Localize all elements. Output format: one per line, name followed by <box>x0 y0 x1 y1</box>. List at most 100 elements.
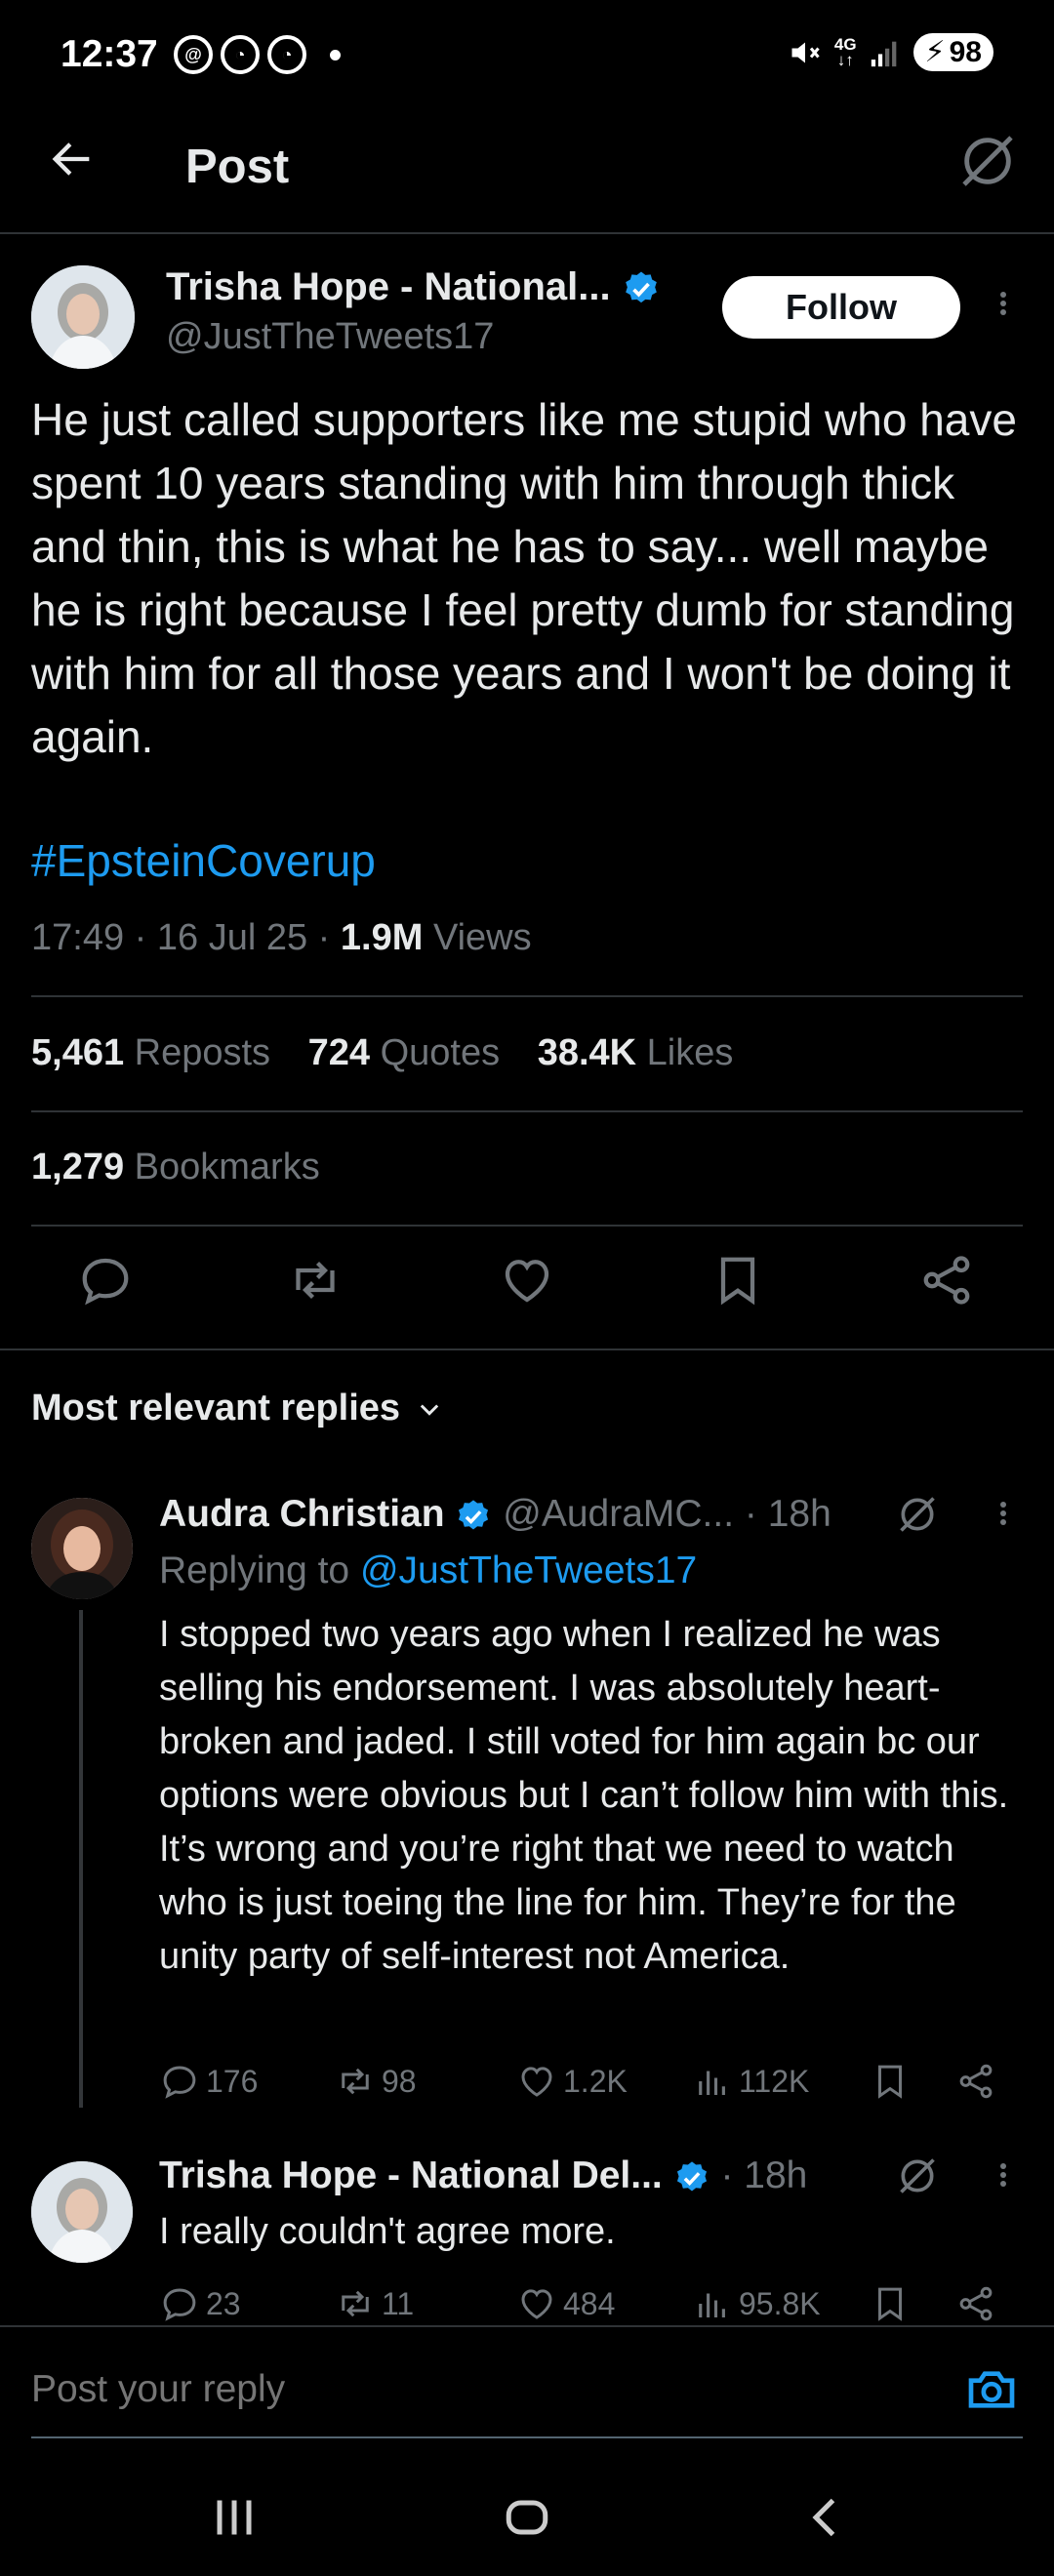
repost-icon <box>342 2068 369 2095</box>
replies-sort-dropdown[interactable]: Most relevant replies <box>31 1388 443 1429</box>
battery-level: 98 <box>949 35 982 68</box>
bookmarks-count: 1,279 <box>31 1147 125 1187</box>
camera-icon[interactable] <box>964 2362 1019 2417</box>
reply-views-button[interactable]: 95.8K <box>692 2283 821 2322</box>
bookmark-icon <box>878 2287 902 2321</box>
reply-author-handle[interactable]: @AudraMC... <box>503 1493 734 1535</box>
threads-notification-icon: @ <box>174 35 213 74</box>
grok-icon[interactable] <box>896 2154 939 2197</box>
reposts-stat[interactable]: 5,461 Reposts <box>31 1032 270 1073</box>
like-icon[interactable] <box>498 1251 556 1309</box>
views-chart-icon <box>699 2293 725 2317</box>
quotes-count: 724 <box>307 1032 371 1073</box>
reply-share-button[interactable] <box>955 2061 996 2102</box>
reply-repost-button[interactable]: 98 <box>335 2061 417 2102</box>
mute-icon <box>791 42 820 62</box>
repost-count: 11 <box>382 2285 415 2321</box>
status-time: 12:37 <box>61 33 158 75</box>
post-action-bar <box>0 1251 1054 1329</box>
author-avatar[interactable] <box>31 265 135 369</box>
author-name-text[interactable]: Trisha Hope - National... <box>166 265 611 308</box>
grok-icon[interactable] <box>956 130 1019 192</box>
post-hashtag-link[interactable]: #EpsteinCoverup <box>31 834 376 887</box>
thread-connector-line <box>79 1610 83 2108</box>
like-count: 484 <box>563 2285 616 2321</box>
charging-icon: ⚡ <box>924 36 946 68</box>
reply-bookmark-button[interactable] <box>870 2283 911 2322</box>
reply-more-options-icon[interactable] <box>992 2160 1015 2199</box>
reply-avatar[interactable] <box>31 2161 133 2263</box>
replying-to: Replying to @JustTheTweets17 <box>159 1550 697 1592</box>
verified-badge-icon <box>625 271 657 303</box>
reposts-label: Reposts <box>134 1032 271 1073</box>
replying-to-prefix: Replying to <box>159 1550 350 1591</box>
likes-count: 38.4K <box>537 1032 637 1073</box>
replying-to-link[interactable]: @JustTheTweets17 <box>360 1550 697 1591</box>
share-icon[interactable] <box>917 1251 976 1309</box>
recent-apps-icon[interactable] <box>205 2488 264 2547</box>
follow-button[interactable]: Follow <box>722 276 960 339</box>
reply-repost-button[interactable]: 11 <box>335 2283 414 2322</box>
reply-icon <box>163 2066 196 2099</box>
chevron-down-icon <box>420 1403 439 1416</box>
reply-reply-button[interactable]: 23 <box>159 2283 241 2322</box>
meta-divider <box>31 995 1023 997</box>
reply-action-bar: 176 98 1.2K 112K <box>159 2061 1018 2110</box>
reply-icon[interactable] <box>76 1251 135 1309</box>
quotes-stat[interactable]: 724 Quotes <box>308 1032 501 1073</box>
author-name[interactable]: Trisha Hope - National... <box>166 265 661 309</box>
repost-icon[interactable] <box>286 1251 345 1309</box>
page-title: Post <box>185 141 290 193</box>
signal-icon <box>871 41 896 66</box>
reply-text: I stopped two years ago when I realized … <box>159 1614 1009 1977</box>
reply-views-button[interactable]: 112K <box>692 2061 809 2102</box>
likes-label: Likes <box>646 1032 734 1073</box>
reply-compose-bar <box>0 2327 1054 2444</box>
app-notification-icon: ◔ <box>221 35 260 74</box>
reply-more-options-icon[interactable] <box>992 1499 1015 1538</box>
bookmarks-stat[interactable]: 1,279 Bookmarks <box>31 1147 320 1188</box>
header-divider <box>0 232 1054 234</box>
like-icon <box>521 2289 552 2319</box>
reply-avatar[interactable] <box>31 1498 133 1599</box>
reply-bookmark-button[interactable] <box>870 2061 911 2102</box>
reply-reply-button[interactable]: 176 <box>159 2061 258 2102</box>
likes-stat[interactable]: 38.4K Likes <box>538 1032 734 1073</box>
engagement-stats: 5,461 Reposts 724 Quotes 38.4K Likes <box>31 1032 760 1074</box>
views-count: 1.9M <box>340 917 424 958</box>
bookmark-icon[interactable] <box>709 1251 767 1309</box>
post-detail-screen: 12:37 @ ◔ ◔ 4G ↓↑ ⚡ 98 Post Trisha Hope -… <box>0 0 1054 2576</box>
post-text: He just called supporters like me stupid… <box>31 394 1017 762</box>
reply-header: Audra Christian @AudraMC... · 18h <box>159 1493 831 1536</box>
back-arrow-icon[interactable] <box>47 134 98 184</box>
home-icon[interactable] <box>498 2488 556 2547</box>
views-chart-icon <box>699 2071 725 2095</box>
back-nav-icon[interactable] <box>796 2488 855 2547</box>
reply-like-button[interactable]: 1.2K <box>516 2061 628 2102</box>
reply-count: 23 <box>206 2285 241 2321</box>
post-meta: 17:49 · 16 Jul 25 · 1.9M Views <box>31 917 532 958</box>
reply-icon <box>163 2288 196 2321</box>
more-options-icon[interactable] <box>992 289 1015 328</box>
author-handle[interactable]: @JustTheTweets17 <box>166 316 494 358</box>
reply-input[interactable] <box>31 2368 910 2411</box>
network-type: 4G ↓↑ <box>833 34 857 69</box>
reply-age: 18h <box>744 2154 808 2196</box>
reply-age: 18h <box>767 1493 831 1535</box>
bookmark-icon <box>878 2065 902 2099</box>
app-notification-icon: ◔ <box>267 35 306 74</box>
repost-count: 98 <box>382 2063 417 2099</box>
share-icon <box>959 2064 993 2099</box>
reply-share-button[interactable] <box>955 2283 996 2322</box>
stats-divider <box>31 1110 1023 1112</box>
views-count: 112K <box>739 2063 810 2099</box>
reply-author-name[interactable]: Audra Christian <box>159 1493 445 1535</box>
reply-action-bar: 23 11 484 95.8K <box>159 2283 1018 2322</box>
reply-like-button[interactable]: 484 <box>516 2283 615 2322</box>
bookmarks-divider <box>31 1225 1023 1227</box>
reply-age-sep: · <box>744 1493 768 1535</box>
like-icon <box>521 2067 552 2097</box>
grok-icon[interactable] <box>896 1493 939 1536</box>
verified-badge-icon <box>676 2161 707 2192</box>
reply-author-name[interactable]: Trisha Hope - National Del... <box>159 2154 663 2196</box>
